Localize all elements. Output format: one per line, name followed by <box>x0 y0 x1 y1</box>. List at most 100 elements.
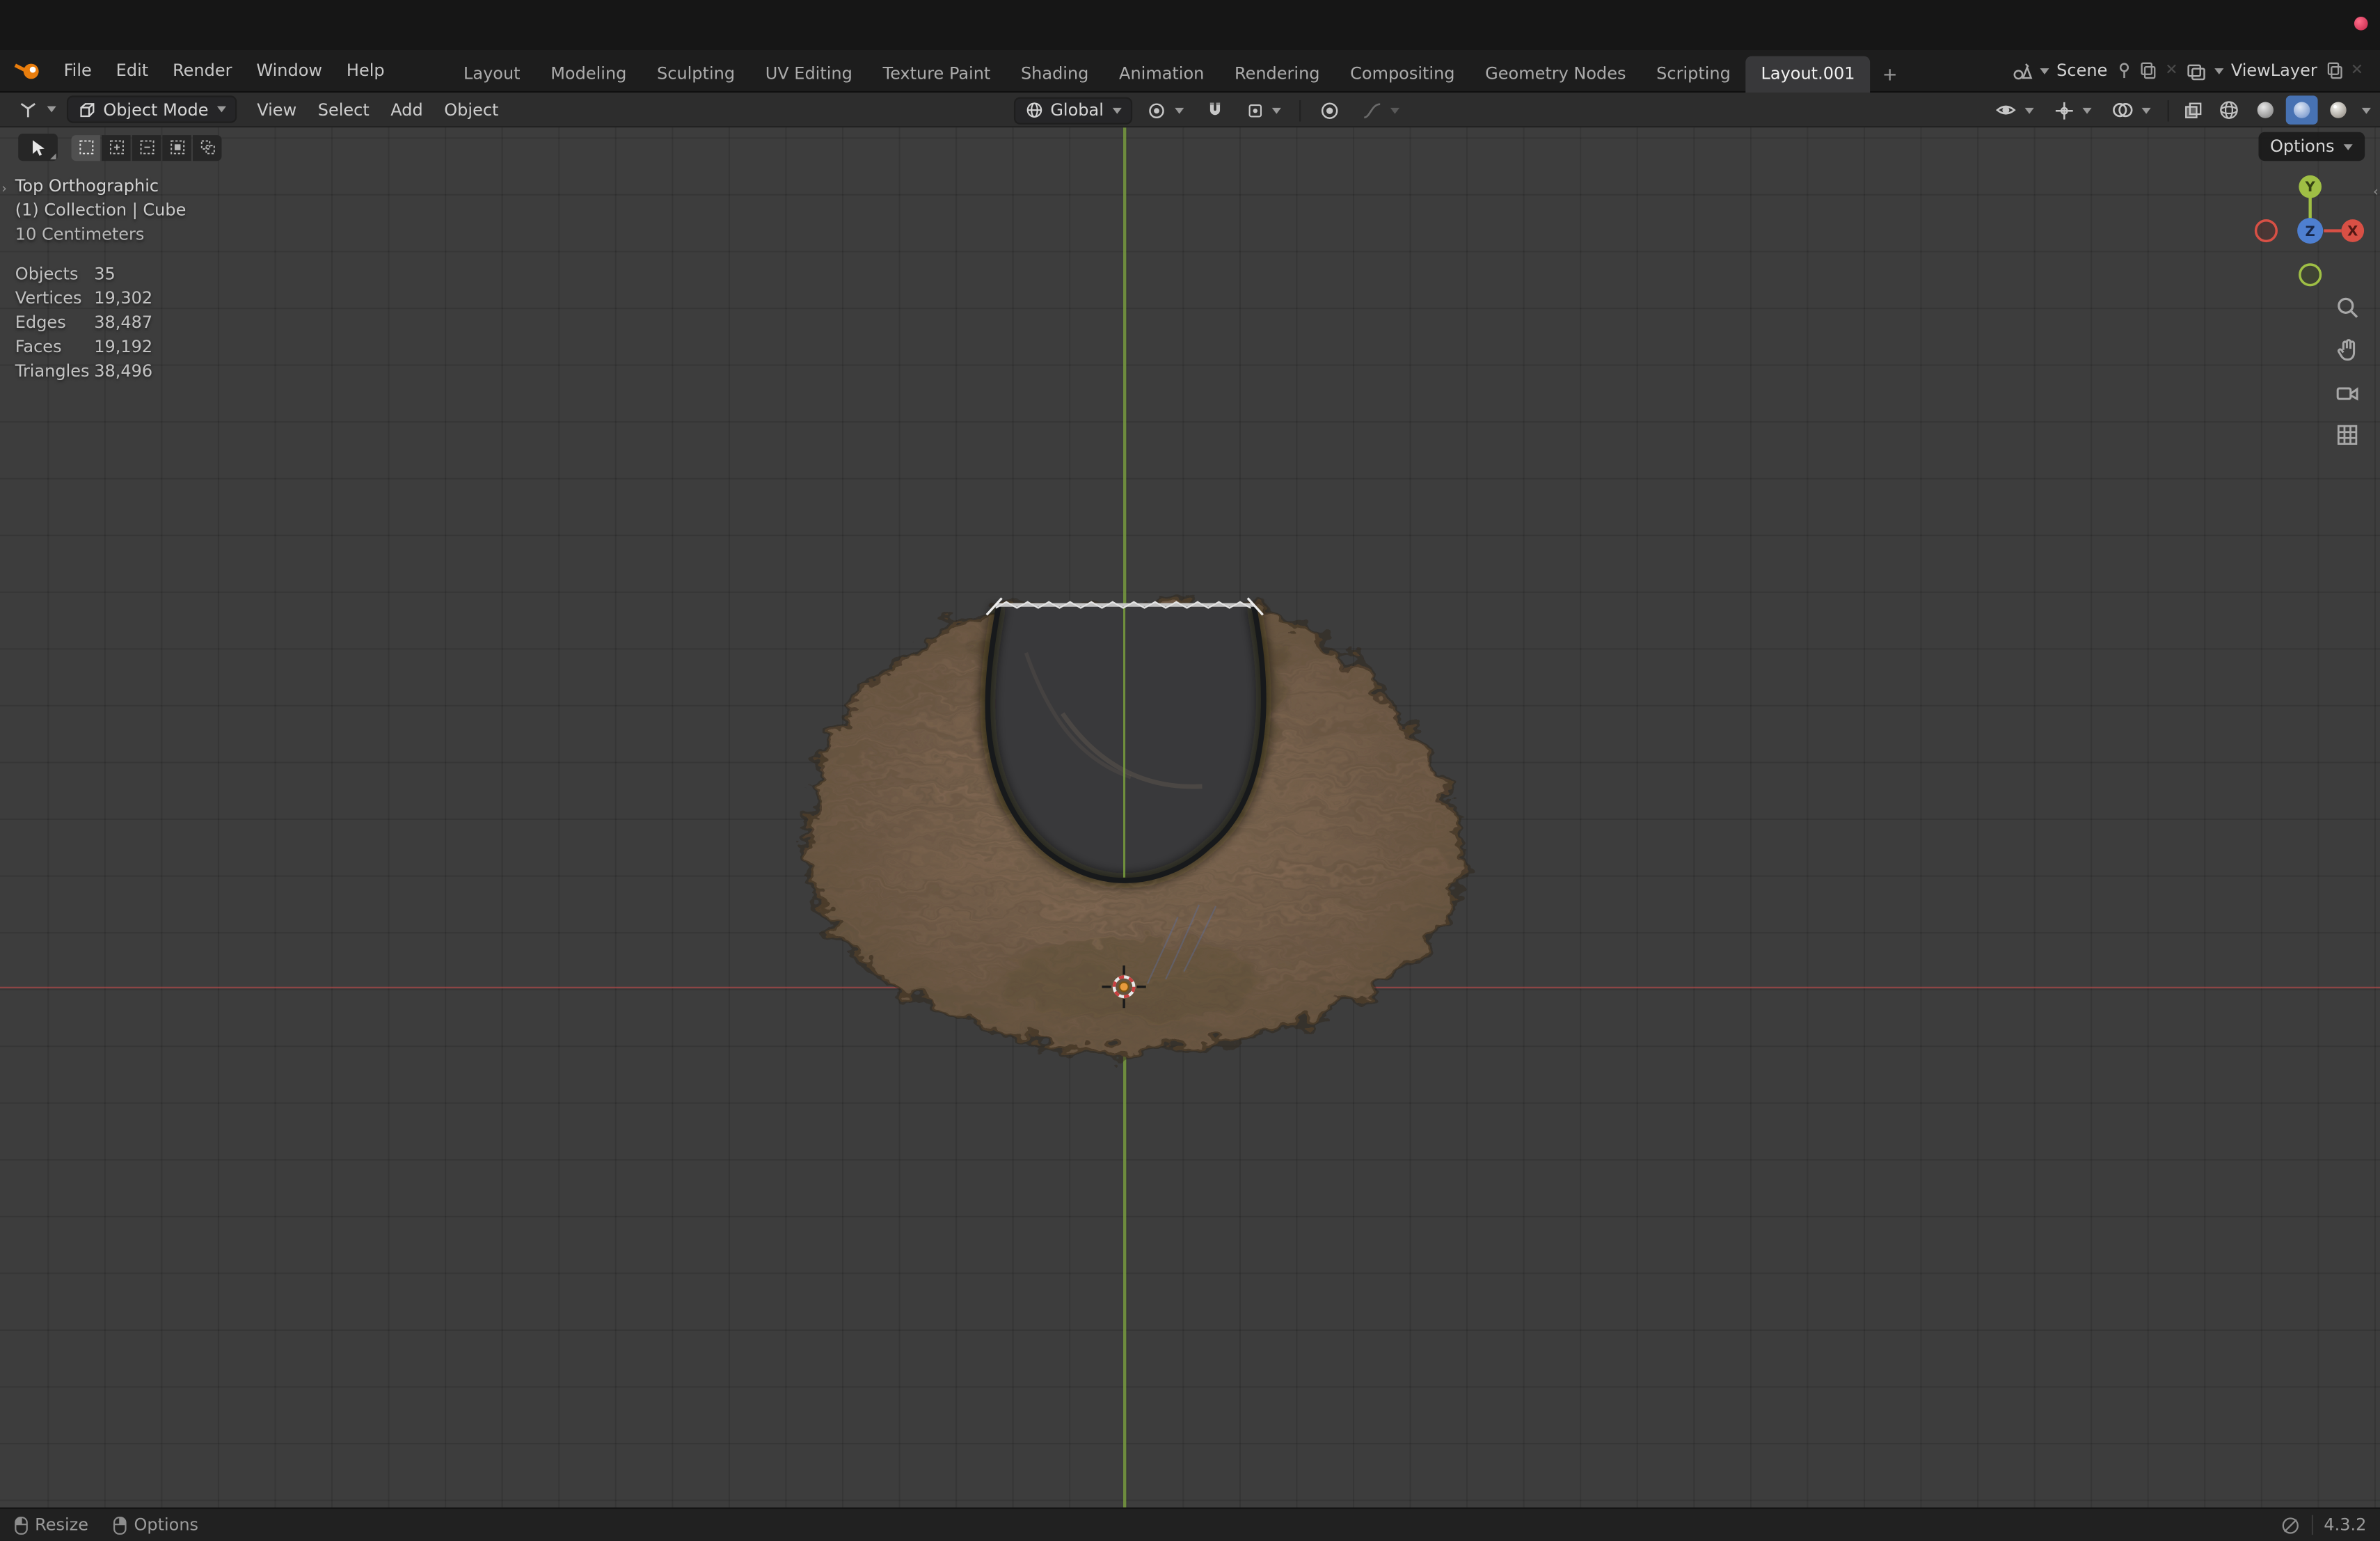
tab-texture-paint[interactable]: Texture Paint <box>868 56 1006 92</box>
falloff-caret <box>1390 106 1400 113</box>
select-mode-group <box>71 134 222 161</box>
camera-view-tool[interactable] <box>2335 379 2361 405</box>
menu-window[interactable]: Window <box>244 55 335 87</box>
sidebar-expand-chevron[interactable]: ‹ <box>2373 185 2379 200</box>
xray-toggle[interactable] <box>2178 97 2209 124</box>
menu-add[interactable]: Add <box>380 95 434 123</box>
magnet-icon <box>1210 102 1221 116</box>
shading-wireframe-icon <box>2220 101 2238 119</box>
shading-caret[interactable] <box>2361 106 2371 113</box>
hand-icon <box>2337 339 2356 361</box>
tab-scripting[interactable]: Scripting <box>1641 56 1745 92</box>
editor-type-caret <box>47 106 56 113</box>
tab-layout[interactable]: Layout <box>448 56 535 92</box>
menu-help[interactable]: Help <box>334 55 397 87</box>
toolbar-expand-chevron[interactable]: › <box>1 182 7 198</box>
blender-logo[interactable] <box>0 59 51 82</box>
network-offline-icon[interactable] <box>2280 1515 2301 1536</box>
hint-options: Options <box>113 1515 198 1536</box>
recording-indicator <box>2354 16 2368 31</box>
unlink-scene-icon[interactable]: ✕ <box>2164 62 2180 79</box>
viewport-info-text: Top Orthographic (1) Collection | Cube 1… <box>15 175 187 248</box>
toggle-ortho-tool[interactable] <box>2335 422 2361 448</box>
tab-geometry-nodes[interactable]: Geometry Nodes <box>1470 56 1641 92</box>
proportional-editing-button[interactable] <box>1312 97 1348 124</box>
orientation-caret <box>1112 106 1122 113</box>
scene-statistics: Objects 35 Vertices 19,302 Edges 38,487 Fac… <box>15 262 152 384</box>
add-workspace-button[interactable]: + <box>1870 58 1910 92</box>
shading-rendered-button[interactable] <box>2322 95 2354 124</box>
menu-select[interactable]: Select <box>307 95 380 123</box>
object-visibility-dropdown[interactable] <box>1987 95 2042 124</box>
blender-version: 4.3.2 <box>2311 1515 2366 1535</box>
xray-icon <box>2185 102 2202 118</box>
viewport-header-center: Global <box>1013 93 1407 127</box>
stat-objects: Objects 35 <box>15 264 116 284</box>
proportional-falloff-dropdown[interactable] <box>1354 97 1407 124</box>
shading-solid-icon <box>2257 102 2274 118</box>
select-mode-new[interactable] <box>71 134 100 161</box>
scene-dropdown-caret <box>2040 68 2049 74</box>
gizmos-dropdown[interactable] <box>2046 97 2099 124</box>
tab-layout-001[interactable]: Layout.001 <box>1745 55 1871 92</box>
window-top-strip <box>0 0 2380 50</box>
mouse-right-click-icon <box>113 1516 127 1534</box>
snap-toggle-button[interactable] <box>1198 97 1232 123</box>
tab-shading[interactable]: Shading <box>1006 56 1104 92</box>
menu-object[interactable]: Object <box>434 95 509 123</box>
shading-material-preview-button[interactable] <box>2285 95 2318 125</box>
pin-scene-icon[interactable] <box>2115 61 2134 80</box>
pan-tool[interactable] <box>2335 337 2361 363</box>
active-tool-button[interactable] <box>18 133 58 161</box>
tab-rendering[interactable]: Rendering <box>1219 56 1335 92</box>
viewport-header-right <box>1987 93 2371 127</box>
gizmo-x-negative[interactable] <box>2254 219 2278 243</box>
editor-type-button[interactable] <box>9 95 64 123</box>
status-right: 4.3.2 <box>2280 1515 2380 1536</box>
select-cursor-icon <box>33 139 45 155</box>
zoom-tool[interactable] <box>2335 294 2361 320</box>
menu-file[interactable]: File <box>51 55 104 87</box>
shading-wireframe-button[interactable] <box>2213 95 2245 124</box>
camera-icon <box>2336 387 2358 401</box>
tab-animation[interactable]: Animation <box>1104 56 1219 92</box>
select-mode-intersect[interactable] <box>193 134 222 161</box>
falloff-curve-icon <box>1364 102 1381 118</box>
navigation-gizmo[interactable]: Y X Z <box>2235 164 2380 316</box>
tab-compositing[interactable]: Compositing <box>1335 56 1470 92</box>
3d-viewport[interactable]: Top Orthographic (1) Collection | Cube 1… <box>0 127 2380 1508</box>
viewlayer-name[interactable]: ViewLayer <box>2228 61 2321 80</box>
snap-settings-dropdown[interactable] <box>1239 98 1289 123</box>
new-viewlayer-icon[interactable] <box>2325 61 2345 80</box>
viewlayer-selector[interactable]: ViewLayer ✕ <box>2185 60 2365 81</box>
scene-name[interactable]: Scene <box>2054 61 2111 80</box>
overlays-dropdown[interactable] <box>2104 95 2159 124</box>
header-separator <box>2167 99 2169 121</box>
tool-more-indicator <box>49 153 56 160</box>
menu-view[interactable]: View <box>246 95 307 123</box>
hint-options-label: Options <box>134 1515 199 1535</box>
select-mode-invert[interactable] <box>162 134 191 161</box>
select-mode-subtract[interactable] <box>132 134 161 161</box>
transform-orientation-dropdown[interactable]: Global <box>1013 96 1133 124</box>
gizmo-y-negative[interactable] <box>2299 263 2322 287</box>
gizmo-icon <box>2055 101 2073 119</box>
pivot-point-dropdown[interactable] <box>1139 97 1191 124</box>
scene-selector[interactable]: Scene ✕ <box>2011 60 2180 81</box>
menu-render[interactable]: Render <box>161 55 244 87</box>
remove-viewlayer-icon[interactable]: ✕ <box>2349 62 2365 79</box>
mode-dropdown[interactable]: Object Mode <box>66 95 237 123</box>
tab-uv-editing[interactable]: UV Editing <box>750 56 868 92</box>
new-scene-icon[interactable] <box>2139 61 2159 80</box>
shading-material-preview-icon <box>2294 102 2310 118</box>
gizmo-x-label: X <box>2347 223 2358 239</box>
select-mode-extend[interactable] <box>102 134 131 161</box>
view-name: Top Orthographic <box>15 176 159 196</box>
shading-solid-button[interactable] <box>2249 95 2281 124</box>
tab-sculpting[interactable]: Sculpting <box>642 56 750 92</box>
menu-edit[interactable]: Edit <box>104 55 160 87</box>
options-dropdown[interactable]: Options <box>2258 132 2365 161</box>
mode-label: Object Mode <box>103 99 209 120</box>
tab-modeling[interactable]: Modeling <box>535 56 642 92</box>
mouse-left-drag-icon <box>15 1516 28 1534</box>
